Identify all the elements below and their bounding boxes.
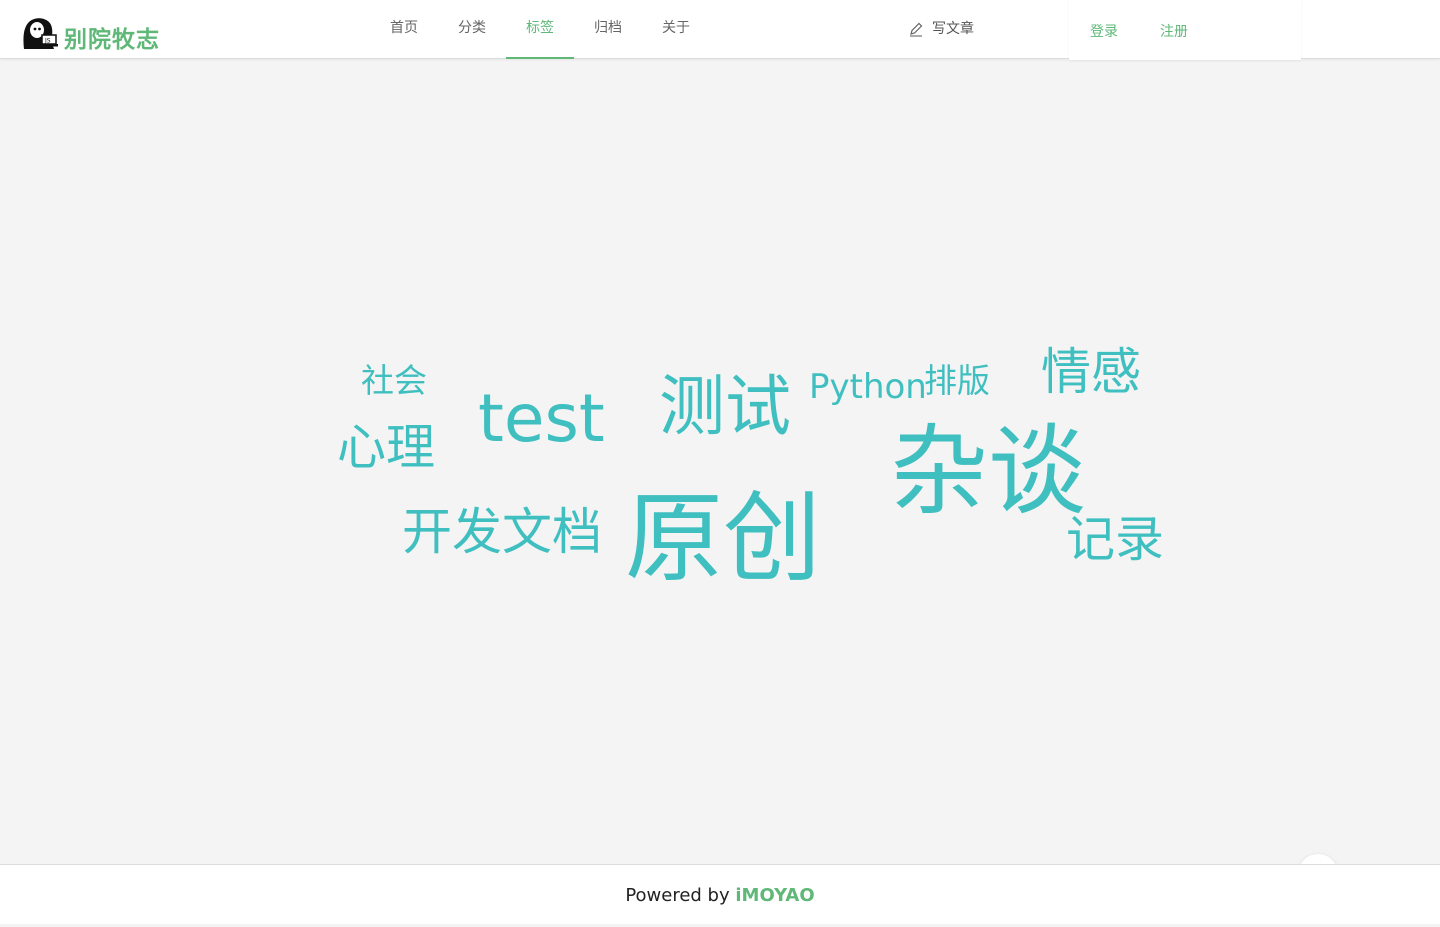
tag-item[interactable]: 社会 [361,364,427,397]
write-article-button[interactable]: 写文章 [908,0,974,58]
tag-item[interactable]: 开发文档 [402,507,602,557]
footer-brand-link[interactable]: iMOYAO [735,885,814,906]
footer: Powered by iMOYAO [0,864,1440,924]
ghost-laptop-logo-icon: JS [23,18,58,49]
tag-item[interactable]: Python [809,370,927,404]
tag-item[interactable]: 心理 [337,423,435,472]
top-header: JS 别院牧志 首页 分类 标签 归档 关于 写文章 登录 注册 [0,0,1440,60]
nav-item-home[interactable]: 首页 [370,0,438,58]
tag-item[interactable]: test [478,386,605,452]
nav-item-archive[interactable]: 归档 [574,0,642,58]
write-article-label: 写文章 [932,20,974,37]
register-link[interactable]: 注册 [1160,21,1188,41]
nav-item-categories[interactable]: 分类 [438,0,506,58]
footer-powered-by: Powered by [625,885,736,906]
login-link[interactable]: 登录 [1090,21,1118,41]
nav-item-tags[interactable]: 标签 [506,0,574,59]
site-title[interactable]: 别院牧志 [64,20,160,54]
nav-item-about[interactable]: 关于 [642,0,710,58]
tag-item[interactable]: 情感 [1041,347,1141,397]
tag-item[interactable]: 原创 [625,490,821,588]
site-logo[interactable]: JS 别院牧志 [20,12,160,54]
svg-text:JS: JS [44,38,51,45]
tag-item[interactable]: 杂谈 [890,423,1086,521]
tag-item[interactable]: 测试 [659,374,791,440]
tag-item[interactable]: 排版 [924,364,990,397]
tag-cloud: 社会 心理 test 测试 Python 排版 情感 杂谈 开发文档 原创 记录 [0,59,1440,894]
auth-links: 登录 注册 [1069,0,1301,60]
pencil-icon [910,22,923,37]
main-nav: 首页 分类 标签 归档 关于 [370,0,710,59]
tag-item[interactable]: 记录 [1066,515,1164,564]
